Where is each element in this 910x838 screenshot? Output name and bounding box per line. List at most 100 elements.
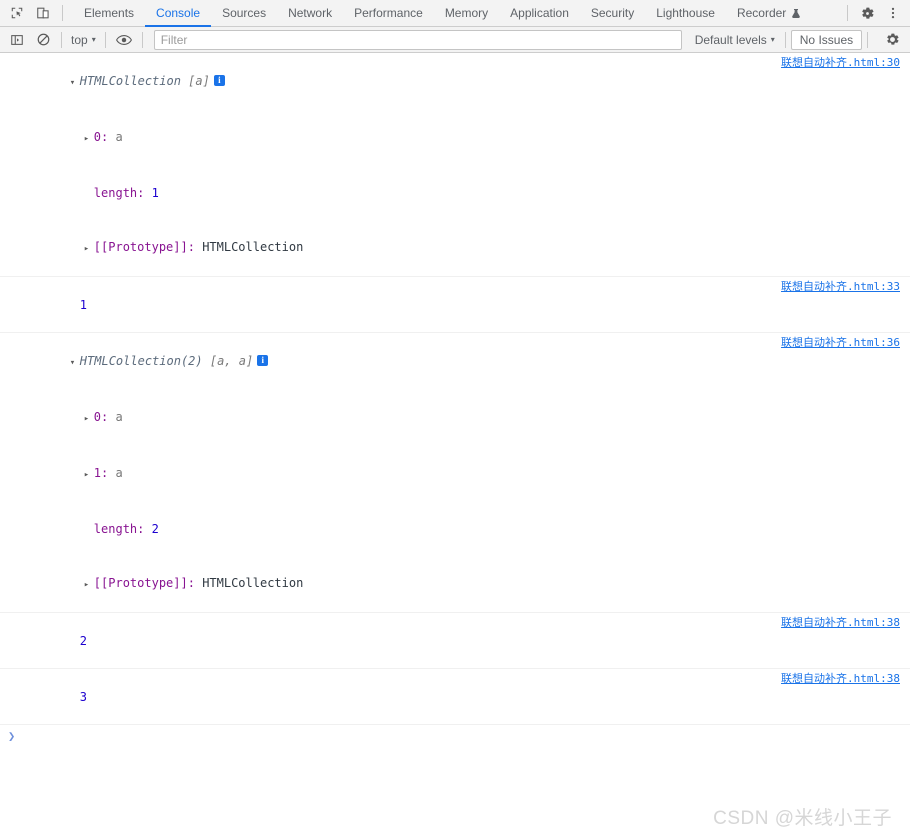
console-toolbar-divider-1 bbox=[61, 31, 62, 48]
console-prompt[interactable]: ❯ bbox=[0, 725, 910, 747]
tab-elements-label: Elements bbox=[84, 6, 135, 20]
tab-network[interactable]: Network bbox=[277, 0, 343, 27]
property-value: a bbox=[115, 130, 123, 144]
watermark: CSDN @米线小王子 bbox=[713, 808, 892, 829]
disclosure-triangle-icon[interactable]: ▸ bbox=[84, 576, 94, 594]
console-settings-gear-icon[interactable] bbox=[879, 28, 905, 52]
property-key: length: bbox=[93, 522, 145, 536]
property-value: 2 bbox=[151, 522, 159, 536]
source-link[interactable]: 联想自动补齐.html:38 bbox=[781, 670, 900, 688]
object-prototype-row[interactable]: ▸ [[Prototype]]: HTMLCollection bbox=[0, 220, 910, 276]
source-link[interactable]: 联想自动补齐.html:33 bbox=[781, 278, 900, 296]
flask-icon bbox=[791, 8, 801, 19]
tab-sources-label: Sources bbox=[222, 6, 267, 20]
disclosure-triangle-icon[interactable]: ▾ bbox=[70, 354, 80, 372]
info-badge-icon[interactable]: i bbox=[213, 75, 225, 86]
log-levels-selector[interactable]: Default levels ▾ bbox=[690, 30, 780, 50]
object-preview-row[interactable]: ▾ HTMLCollection [a] i bbox=[0, 53, 910, 110]
property-value: HTMLCollection bbox=[202, 240, 304, 254]
object-property-row: length: 1 bbox=[0, 166, 910, 220]
live-expression-eye-icon[interactable] bbox=[111, 28, 137, 52]
tab-recorder-label: Recorder bbox=[736, 6, 787, 20]
tab-performance-label: Performance bbox=[354, 6, 423, 20]
chevron-down-icon: ▾ bbox=[770, 35, 775, 44]
disclosure-triangle-icon[interactable]: ▸ bbox=[84, 240, 94, 258]
inspect-element-icon[interactable] bbox=[4, 0, 30, 26]
console-toolbar-divider-4 bbox=[784, 31, 786, 48]
execution-context-label: top bbox=[71, 32, 88, 47]
source-link[interactable]: 联想自动补齐.html:36 bbox=[781, 334, 900, 352]
tab-application[interactable]: Application bbox=[499, 0, 580, 27]
tab-lighthouse[interactable]: Lighthouse bbox=[645, 0, 726, 27]
object-property-row[interactable]: ▸ 0: a bbox=[0, 110, 910, 166]
console-toolbar: top ▾ Default levels ▾ No Issues bbox=[0, 27, 910, 53]
clear-console-icon[interactable] bbox=[30, 28, 56, 52]
console-message-value: 3 联想自动补齐.html:38 bbox=[0, 669, 910, 725]
logged-value: 1 bbox=[79, 298, 88, 312]
tab-memory[interactable]: Memory bbox=[434, 0, 499, 27]
tab-sources[interactable]: Sources bbox=[211, 0, 277, 27]
object-property-row[interactable]: ▸ 1: a bbox=[0, 446, 910, 502]
property-key: 1: bbox=[93, 466, 109, 480]
tab-console-label: Console bbox=[156, 6, 201, 20]
logged-value: 3 bbox=[79, 690, 88, 704]
console-value-row: 2 bbox=[0, 613, 910, 668]
tab-application-label: Application bbox=[510, 6, 569, 20]
chevron-down-icon: ▾ bbox=[91, 35, 96, 44]
disclosure-triangle-icon[interactable]: ▸ bbox=[84, 130, 94, 148]
tab-console[interactable]: Console bbox=[145, 0, 211, 27]
disclosure-triangle-icon[interactable]: ▸ bbox=[84, 410, 94, 428]
tab-security[interactable]: Security bbox=[580, 0, 645, 27]
object-preview-label: [a, a] bbox=[209, 354, 254, 368]
object-property-row[interactable]: ▸ 0: a bbox=[0, 390, 910, 446]
property-value: a bbox=[115, 466, 123, 480]
property-value: 1 bbox=[151, 186, 159, 200]
property-key: 0: bbox=[93, 130, 109, 144]
tabbar-right-actions bbox=[841, 0, 910, 26]
property-value: HTMLCollection bbox=[202, 576, 304, 590]
tab-recorder[interactable]: Recorder bbox=[726, 0, 812, 27]
disclosure-triangle-icon[interactable]: ▾ bbox=[70, 74, 80, 92]
tab-elements[interactable]: Elements bbox=[73, 0, 145, 27]
property-key: length: bbox=[93, 186, 145, 200]
issues-button[interactable]: No Issues bbox=[790, 29, 863, 50]
devtools-tab-list: Elements Console Sources Network Perform… bbox=[73, 0, 812, 27]
console-toolbar-divider-2 bbox=[104, 31, 106, 48]
object-type-label: HTMLCollection(2) bbox=[79, 354, 210, 368]
devtools-window: Elements Console Sources Network Perform… bbox=[0, 0, 910, 838]
source-link[interactable]: 联想自动补齐.html:30 bbox=[781, 54, 900, 72]
tab-performance[interactable]: Performance bbox=[343, 0, 434, 27]
tab-memory-label: Memory bbox=[444, 6, 489, 20]
console-message-list: ▾ HTMLCollection [a] i ▸ 0: a length: 1 ▸[[… bbox=[0, 53, 910, 747]
source-link[interactable]: 联想自动补齐.html:38 bbox=[781, 614, 900, 632]
log-levels-label: Default levels bbox=[694, 32, 767, 47]
console-message-value: 2 联想自动补齐.html:38 bbox=[0, 613, 910, 669]
console-message-value: 1 联想自动补齐.html:33 bbox=[0, 277, 910, 333]
property-value: a bbox=[115, 410, 123, 424]
object-type-label: HTMLCollection bbox=[79, 74, 189, 88]
property-key: [[Prototype]]: bbox=[93, 240, 195, 254]
tab-lighthouse-label: Lighthouse bbox=[656, 6, 715, 20]
more-options-icon[interactable] bbox=[880, 0, 906, 26]
console-sidebar-icon[interactable] bbox=[4, 28, 30, 52]
console-value-row: 1 bbox=[0, 277, 910, 332]
disclosure-triangle-icon[interactable]: ▸ bbox=[84, 466, 94, 484]
console-message-object[interactable]: ▾ HTMLCollection [a] i ▸ 0: a length: 1 ▸[[… bbox=[0, 53, 910, 277]
prompt-arrow-icon: ❯ bbox=[8, 729, 16, 743]
console-toolbar-divider-3 bbox=[141, 31, 143, 48]
tab-network-label: Network bbox=[288, 6, 333, 20]
logged-value: 2 bbox=[79, 634, 88, 648]
device-toolbar-icon[interactable] bbox=[30, 0, 56, 26]
tab-security-label: Security bbox=[590, 6, 635, 20]
devtools-tabbar: Elements Console Sources Network Perform… bbox=[0, 0, 910, 27]
object-prototype-row[interactable]: ▸ [[Prototype]]: HTMLCollection bbox=[0, 556, 910, 612]
filter-input[interactable] bbox=[153, 29, 682, 50]
object-property-row: length: 2 bbox=[0, 502, 910, 556]
property-key: [[Prototype]]: bbox=[93, 576, 195, 590]
info-badge-icon[interactable]: i bbox=[257, 355, 269, 366]
execution-context-selector[interactable]: top ▾ bbox=[67, 30, 100, 50]
object-preview-row[interactable]: ▾ HTMLCollection(2) [a, a] i bbox=[0, 333, 910, 390]
console-toolbar-divider-5 bbox=[867, 31, 869, 48]
console-message-object[interactable]: ▾ HTMLCollection(2) [a, a] i ▸ 0: a ▸ 1: a l… bbox=[0, 333, 910, 613]
settings-gear-icon[interactable] bbox=[854, 0, 880, 26]
